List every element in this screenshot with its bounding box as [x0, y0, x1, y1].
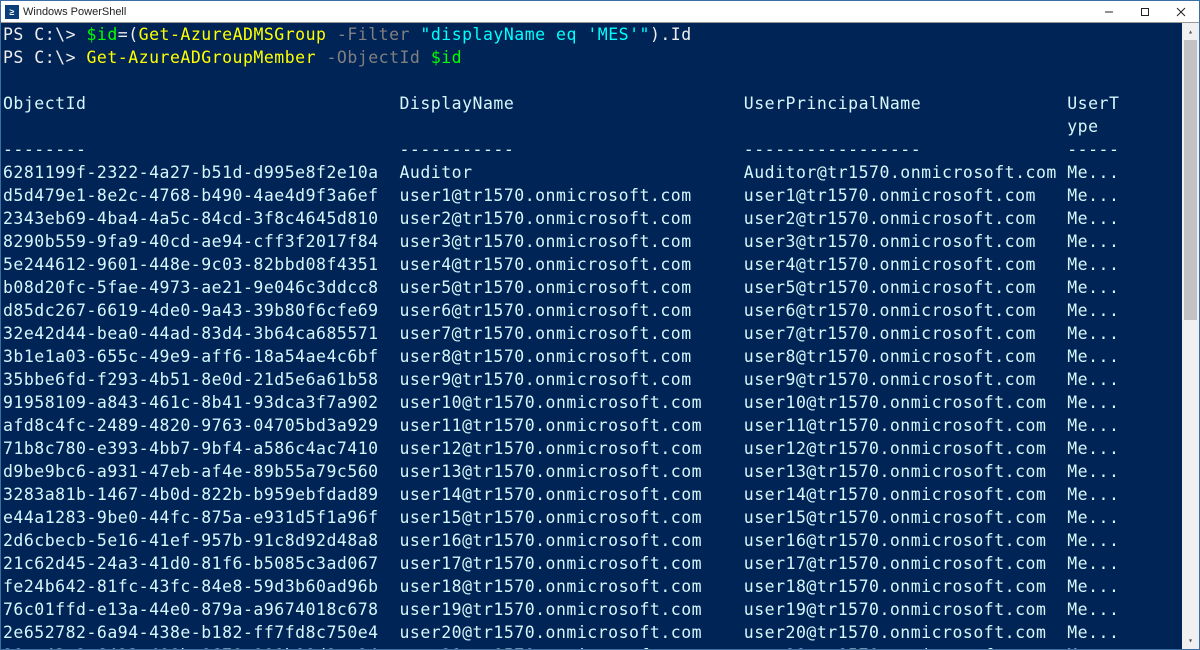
- app-icon: ≥: [5, 5, 19, 19]
- table-row: 2343eb69-4ba4-4a5c-84cd-3f8c4645d810 use…: [3, 207, 1180, 230]
- table-row: 2d6cbecb-5e16-41ef-957b-91c8d92d48a8 use…: [3, 529, 1180, 552]
- maximize-icon: [1140, 7, 1150, 17]
- table-row: 3b1e1a03-655c-49e9-aff6-18a54ae4c6bf use…: [3, 345, 1180, 368]
- window-titlebar[interactable]: ≥ Windows PowerShell: [1, 1, 1199, 23]
- minimize-button[interactable]: [1091, 1, 1127, 23]
- table-row: b08d20fc-5fae-4973-ae21-9e046c3ddcc8 use…: [3, 276, 1180, 299]
- terminal-content[interactable]: PS C:\> $id=(Get-AzureADMSGroup -Filter …: [1, 23, 1182, 649]
- close-button[interactable]: [1163, 1, 1199, 23]
- window-controls: [1091, 1, 1199, 23]
- scroll-up-button[interactable]: ▴: [1182, 23, 1199, 40]
- powershell-window: ≥ Windows PowerShell PS C:\> $id=(Get-Az…: [0, 0, 1200, 650]
- table-row: 21c62d45-24a3-41d0-81f6-b5085c3ad067 use…: [3, 552, 1180, 575]
- close-icon: [1176, 7, 1186, 17]
- table-row: 8290b559-9fa9-40cd-ae94-cff3f2017f84 use…: [3, 230, 1180, 253]
- table-row: 6281199f-2322-4a27-b51d-d995e8f2e10a Aud…: [3, 161, 1180, 184]
- scroll-thumb[interactable]: [1184, 40, 1197, 320]
- minimize-icon: [1104, 7, 1114, 17]
- table-row: afd8c4fc-2489-4820-9763-04705bd3a929 use…: [3, 414, 1180, 437]
- table-row: 35bbe6fd-f293-4b51-8e0d-21d5e6a61b58 use…: [3, 368, 1180, 391]
- table-row: 28aa43c2-6423-408b-8678-901b19d2ac24 use…: [3, 644, 1180, 649]
- maximize-button[interactable]: [1127, 1, 1163, 23]
- table-row: d5d479e1-8e2c-4768-b490-4ae4d9f3a6ef use…: [3, 184, 1180, 207]
- table-row: 91958109-a843-461c-8b41-93dca3f7a902 use…: [3, 391, 1180, 414]
- table-row: 76c01ffd-e13a-44e0-879a-a9674018c678 use…: [3, 598, 1180, 621]
- vertical-scrollbar[interactable]: ▴ ▾: [1182, 23, 1199, 649]
- table-row: d9be9bc6-a931-47eb-af4e-89b55a79c560 use…: [3, 460, 1180, 483]
- table-row: 71b8c780-e393-4bb7-9bf4-a586c4ac7410 use…: [3, 437, 1180, 460]
- terminal[interactable]: PS C:\> $id=(Get-AzureADMSGroup -Filter …: [1, 23, 1199, 649]
- table-row: 2e652782-6a94-438e-b182-ff7fd8c750e4 use…: [3, 621, 1180, 644]
- table-row: fe24b642-81fc-43fc-84e8-59d3b60ad96b use…: [3, 575, 1180, 598]
- window-title: Windows PowerShell: [23, 6, 126, 18]
- table-row: 32e42d44-bea0-44ad-83d4-3b64ca685571 use…: [3, 322, 1180, 345]
- table-row: e44a1283-9be0-44fc-875a-e931d5f1a96f use…: [3, 506, 1180, 529]
- table-row: d85dc267-6619-4de0-9a43-39b80f6cfe69 use…: [3, 299, 1180, 322]
- scroll-down-button[interactable]: ▾: [1182, 632, 1199, 649]
- table-row: 3283a81b-1467-4b0d-822b-b959ebfdad89 use…: [3, 483, 1180, 506]
- table-row: 5e244612-9601-448e-9c03-82bbd08f4351 use…: [3, 253, 1180, 276]
- scroll-track[interactable]: [1182, 40, 1199, 632]
